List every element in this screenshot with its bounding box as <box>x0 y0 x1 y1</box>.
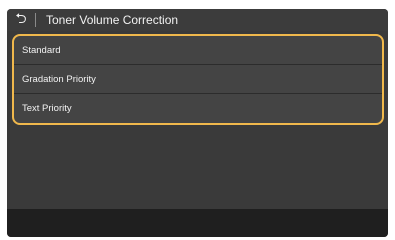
option-text-priority[interactable]: Text Priority <box>14 94 382 123</box>
page-title: Toner Volume Correction <box>46 13 179 27</box>
empty-area <box>7 127 388 209</box>
back-arrow-icon[interactable]: ⮌ <box>7 9 35 31</box>
settings-panel: ⮌ Toner Volume Correction Standard Grada… <box>7 9 388 237</box>
header-divider <box>35 13 36 27</box>
option-gradation-priority[interactable]: Gradation Priority <box>14 65 382 94</box>
option-standard[interactable]: Standard <box>14 36 382 65</box>
footer-bar <box>7 209 388 237</box>
screen: ⮌ Toner Volume Correction Standard Grada… <box>0 0 395 240</box>
header-bar: ⮌ Toner Volume Correction <box>7 9 388 31</box>
options-list: Standard Gradation Priority Text Priorit… <box>12 34 384 125</box>
